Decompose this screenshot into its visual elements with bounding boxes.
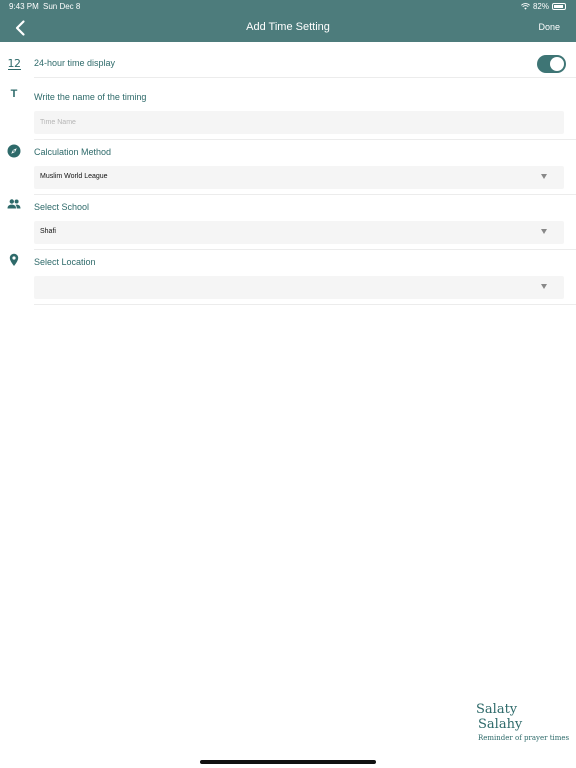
divider xyxy=(34,77,576,78)
brand-tagline: Reminder of prayer times xyxy=(478,734,570,742)
24-hour-toggle[interactable] xyxy=(537,55,566,73)
toggle-knob xyxy=(550,57,564,71)
school-select[interactable]: Shafi xyxy=(34,221,564,244)
people-icon xyxy=(7,199,21,209)
time-name-field[interactable] xyxy=(34,111,564,134)
calculation-method-value: Muslim World League xyxy=(40,173,108,180)
dropdown-arrow-icon xyxy=(541,174,547,179)
location-select[interactable] xyxy=(34,276,564,299)
battery-percent: 82% xyxy=(532,2,549,11)
divider xyxy=(34,249,576,250)
dropdown-arrow-icon xyxy=(541,229,547,234)
compass-icon xyxy=(7,144,21,158)
home-indicator[interactable] xyxy=(200,760,376,764)
text-icon: T xyxy=(10,88,18,100)
location-label: Select Location xyxy=(34,257,96,267)
brand-name-line1: Salaty xyxy=(476,702,518,717)
time-format-label: 24-hour time display xyxy=(34,58,116,68)
page-title: Add Time Setting xyxy=(246,21,330,33)
brand-name-line2: Salahy xyxy=(478,717,523,732)
divider xyxy=(34,139,576,140)
school-label: Select School xyxy=(34,202,90,212)
navigation-bar: 9:43 PM Sun Dec 8 82% Add Time Setting D… xyxy=(0,0,576,42)
done-button[interactable]: Done xyxy=(538,22,560,32)
status-indicators: 82% xyxy=(521,2,566,11)
divider xyxy=(34,194,576,195)
clock-format-icon: 12 xyxy=(7,57,21,70)
status-date: Sun Dec 8 xyxy=(43,2,81,11)
battery-icon xyxy=(552,3,566,10)
name-label: Write the name of the timing xyxy=(34,92,147,102)
calculation-method-label: Calculation Method xyxy=(34,147,112,157)
status-time: 9:43 PM xyxy=(9,2,39,11)
dropdown-arrow-icon xyxy=(541,284,547,289)
calculation-method-select[interactable]: Muslim World League xyxy=(34,166,564,189)
divider xyxy=(34,304,576,305)
wifi-icon xyxy=(521,3,530,10)
time-name-input[interactable] xyxy=(34,111,564,134)
app-brand: Salaty Salahy Reminder of prayer times xyxy=(476,702,569,742)
location-pin-icon xyxy=(9,253,19,266)
school-value: Shafi xyxy=(40,228,56,235)
